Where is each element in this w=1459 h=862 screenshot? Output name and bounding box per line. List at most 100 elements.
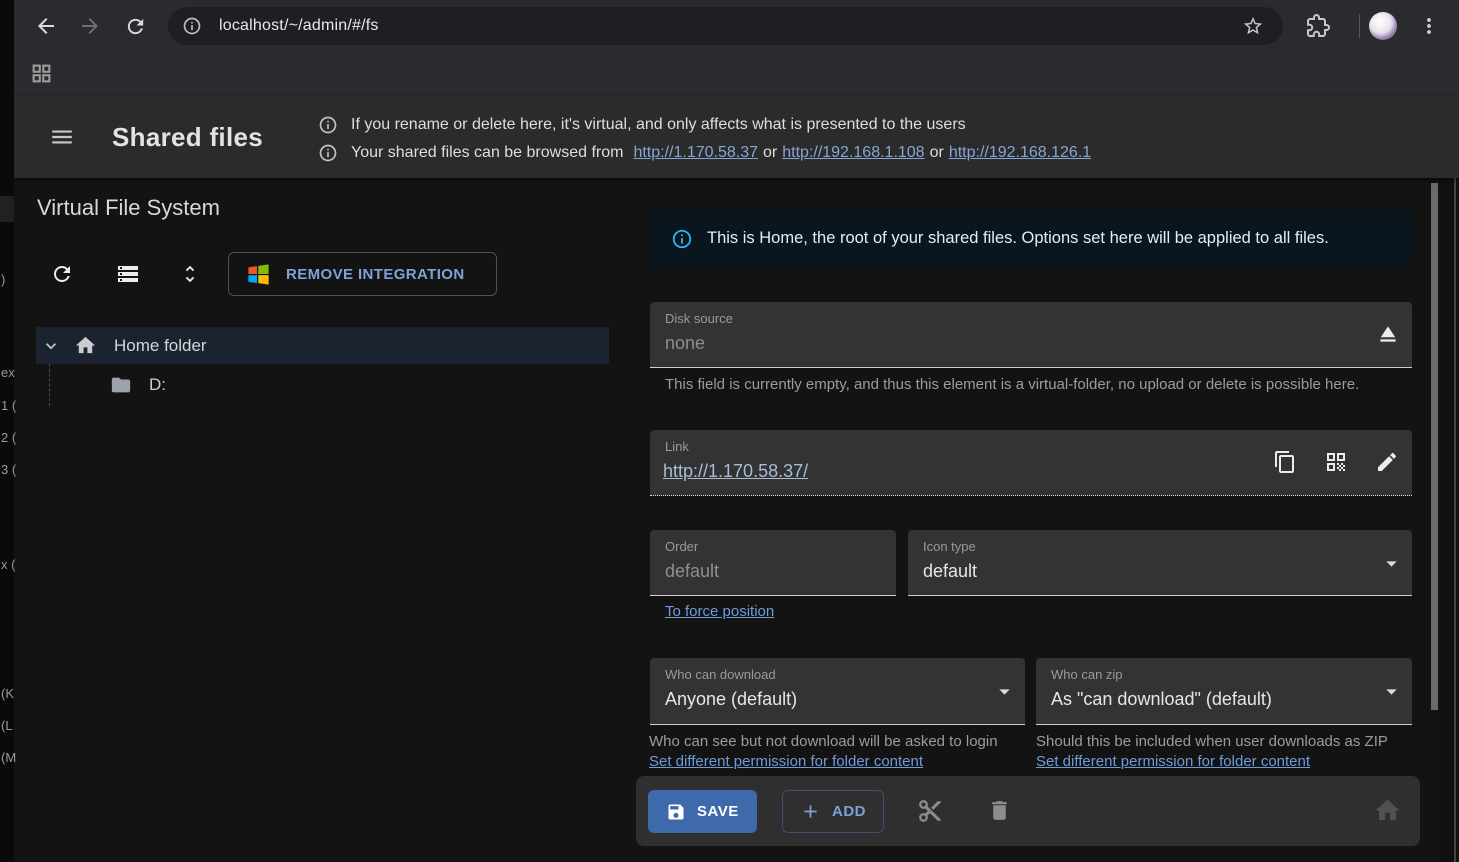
field-label: Who can zip [1051,667,1123,682]
order-field[interactable]: Order default [650,530,896,596]
cut-button[interactable] [917,798,943,824]
bookmark-star-icon[interactable] [1242,15,1264,37]
server-address-link[interactable]: http://192.168.126.1 [949,144,1091,162]
more-vert-icon [1417,14,1441,38]
add-label: ADD [832,803,866,820]
disk-source-helper: This field is currently empty, and thus … [665,376,1375,393]
address-bar[interactable]: localhost/~/admin/#/fs [168,7,1283,45]
header-notes: If you rename or delete here, it's virtu… [318,111,1091,167]
qr-code-button[interactable] [1324,450,1348,474]
tree-item-d-drive[interactable]: D: [36,366,166,404]
home-icon [74,334,97,357]
folder-content-permission-link[interactable]: Set different permission for folder cont… [1036,753,1310,770]
menu-fragment: 3 ( [1,462,16,478]
field-label: Who can download [665,667,776,682]
tree-item-label: D: [149,375,166,395]
field-label: Disk source [665,311,733,326]
who-can-download-value: Anyone (default) [665,689,797,710]
url-text: localhost/~/admin/#/fs [219,17,379,35]
menu-fragment: (M [1,750,16,766]
who-can-zip-select[interactable]: Who can zip As "can download" (default) [1036,658,1412,725]
folder-icon [110,374,132,396]
menu-fragment-highlight [0,196,14,222]
note-text: If you rename or delete here, it's virtu… [351,116,966,134]
remove-integration-button[interactable]: REMOVE INTEGRATION [228,252,497,296]
who-can-download-helper: Who can see but not download will be ask… [649,733,998,750]
profile-avatar[interactable] [1369,12,1397,40]
reload-button[interactable] [115,6,155,46]
info-icon [318,143,338,163]
shared-link[interactable]: http://1.170.58.37/ [663,461,808,482]
dropdown-arrow-icon [1379,551,1404,576]
unfold-more-icon [179,263,201,285]
app-header: Shared files If you rename or delete her… [14,96,1459,178]
server-address-link[interactable]: http://192.168.1.108 [782,144,924,162]
dropdown-arrow-icon [992,679,1017,704]
eject-button[interactable] [1375,321,1401,347]
tree-item-label: Home folder [114,336,207,356]
who-can-zip-helper: Should this be included when user downlo… [1036,733,1388,750]
window-scrollbar[interactable] [1454,178,1456,862]
back-button[interactable] [26,6,66,46]
menu-toggle-button[interactable] [45,120,79,154]
panel-scrollbar-thumb[interactable] [1431,183,1438,710]
field-label: Icon type [923,539,976,554]
save-label: SAVE [697,803,739,820]
puzzle-icon [1306,14,1330,38]
who-can-zip-value: As "can download" (default) [1051,689,1272,710]
trash-icon [987,798,1012,823]
site-info-icon[interactable] [182,16,202,36]
vfs-reload-button[interactable] [42,254,82,294]
bookmarks-bar [0,52,1459,96]
pencil-icon [1375,450,1399,474]
apps-grid-button[interactable] [31,63,52,84]
menu-fragment: (K [1,686,16,702]
back-arrow-icon [34,14,58,38]
info-banner-text: This is Home, the root of your shared fi… [707,229,1329,248]
field-label: Order [665,539,698,554]
copy-icon [1273,450,1297,474]
hamburger-icon [49,124,75,150]
save-button[interactable]: SAVE [648,790,757,833]
plus-icon [800,801,821,822]
browser-menu-button[interactable] [1417,14,1441,38]
extensions-button[interactable] [1306,14,1330,38]
menu-fragment: ) [1,272,16,288]
tree-item-home-folder[interactable]: Home folder [36,327,609,364]
go-home-button[interactable] [1373,796,1402,825]
server-address-link[interactable]: http://1.170.58.37 [633,144,758,162]
storage-list-icon [116,262,140,286]
edit-button[interactable] [1375,450,1399,474]
info-icon [318,115,338,135]
menu-fragment: (L [1,718,16,734]
link-field: Link http://1.170.58.37/ [650,430,1412,496]
home-icon [1373,796,1402,825]
action-toolbar: SAVE ADD [636,776,1420,846]
scissors-icon [917,798,943,824]
forward-button[interactable] [70,6,110,46]
who-can-download-select[interactable]: Who can download Anyone (default) [650,658,1025,725]
menu-fragment: 2 ( [1,430,16,446]
info-banner: This is Home, the root of your shared fi… [650,210,1412,267]
toolbar-separator [1359,14,1360,38]
icon-type-select[interactable]: Icon type default [908,530,1412,596]
icon-type-value: default [923,561,977,582]
force-position-link[interactable]: To force position [665,603,774,620]
field-label: Link [665,439,689,454]
dropdown-arrow-icon [1379,679,1404,704]
vfs-expand-collapse-button[interactable] [170,254,210,294]
delete-button[interactable] [987,798,1012,823]
copy-button[interactable] [1273,450,1297,474]
folder-content-permission-link[interactable]: Set different permission for folder cont… [649,753,923,770]
remove-integration-label: REMOVE INTEGRATION [286,266,465,283]
vfs-list-button[interactable] [108,254,148,294]
header-note-1: If you rename or delete here, it's virtu… [318,111,1091,139]
disk-source-field[interactable]: Disk source none [650,302,1412,368]
chevron-down-icon[interactable] [41,336,61,356]
info-icon [671,228,693,250]
apps-grid-icon [31,63,52,84]
browser-toolbar: localhost/~/admin/#/fs [0,0,1459,52]
add-button[interactable]: ADD [782,790,884,833]
disk-source-value: none [665,333,705,354]
eject-icon [1375,321,1401,347]
